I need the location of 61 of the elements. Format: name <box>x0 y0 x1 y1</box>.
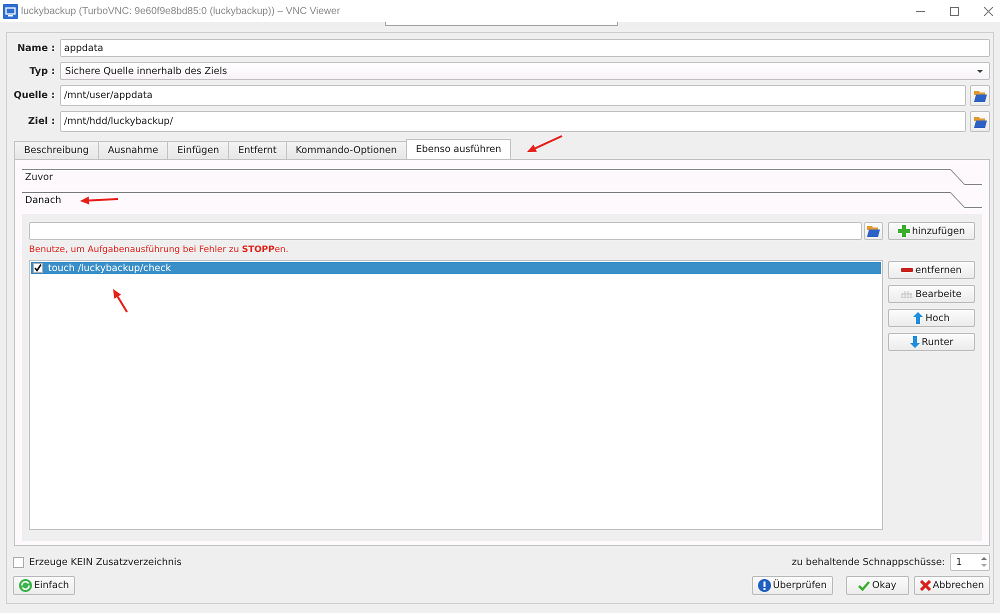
folder-icon <box>867 225 880 237</box>
path-field[interactable]: /mnt/user/appdata <box>60 85 966 106</box>
browse-button[interactable] <box>864 222 883 240</box>
tab[interactable]: Beschreibung <box>14 141 99 159</box>
field-label: Name : <box>16 42 55 54</box>
dialog-button[interactable]: Überprüfen <box>752 576 833 595</box>
folder-icon <box>974 116 986 128</box>
minus-icon <box>901 268 914 272</box>
hint-text: Benutze, um Aufgabenausführung bei Fehler zu STOPPen. <box>29 245 288 255</box>
browse-button[interactable] <box>970 111 990 132</box>
add-button[interactable]: hinzufügen <box>888 222 975 240</box>
dialog-button[interactable]: Okay <box>846 576 909 595</box>
dialog-button[interactable]: Abbrechen <box>914 576 990 595</box>
command-list[interactable]: touch /luckybackup/check <box>29 260 883 530</box>
field-label: Typ : <box>28 66 55 76</box>
folder-icon <box>974 90 986 102</box>
tab[interactable]: Ausnahme <box>98 141 168 159</box>
tab[interactable]: Einfügen <box>167 141 230 159</box>
annotation-arrow <box>113 289 128 312</box>
exclamation-icon <box>758 579 771 592</box>
arrow-up-icon <box>913 312 924 324</box>
close-icon[interactable] <box>984 6 993 16</box>
command-button[interactable]: Bearbeite <box>888 285 975 303</box>
tab[interactable]: Ebenso ausführen <box>406 139 512 159</box>
tab[interactable]: Entfernt <box>228 141 287 159</box>
arrow-down-icon <box>910 336 920 348</box>
plus-icon <box>898 225 910 237</box>
field-label: Quelle : <box>13 90 55 101</box>
refresh-icon <box>19 579 32 592</box>
command-button[interactable]: Hoch <box>888 309 975 327</box>
command-button[interactable]: Runter <box>888 333 975 351</box>
browse-button[interactable] <box>970 85 990 106</box>
command-button[interactable]: entfernen <box>888 261 975 279</box>
minimize-icon[interactable] <box>916 10 925 12</box>
command-text: touch /luckybackup/check <box>48 262 172 274</box>
app-logo-icon <box>3 4 18 18</box>
maximize-icon[interactable] <box>950 6 959 16</box>
section-header[interactable]: Zuvor <box>22 169 982 185</box>
spin-arrows-icon[interactable] <box>981 556 987 568</box>
annotation-arrow <box>527 136 563 153</box>
spin-box[interactable]: 1 <box>950 553 990 571</box>
spin-label: zu behaltende Schnappschüsse: <box>792 556 945 568</box>
path-field[interactable]: /mnt/hdd/luckybackup/ <box>60 111 966 132</box>
collapsed-toolbar[interactable] <box>385 22 618 26</box>
check-icon <box>858 580 870 590</box>
checkbox[interactable] <box>13 556 24 568</box>
mode-button[interactable]: Einfach <box>13 576 76 595</box>
annotation-arrow <box>80 196 118 205</box>
grid-icon <box>901 290 914 298</box>
cross-icon <box>920 580 931 591</box>
checkbox[interactable] <box>33 263 43 273</box>
type-dropdown[interactable]: Sichere Quelle innerhalb des Ziels <box>60 62 990 80</box>
checkbox-label: Erzeuge KEIN Zusatzverzeichnis <box>29 556 182 568</box>
text-field[interactable]: appdata <box>60 39 990 57</box>
caret-icon <box>977 70 983 72</box>
command-field[interactable] <box>29 222 862 240</box>
tab[interactable]: Kommando-Optionen <box>286 141 407 159</box>
list-item[interactable]: touch /luckybackup/check <box>31 262 881 274</box>
field-label: Ziel : <box>27 116 55 127</box>
window-title: luckybackup (TurboVNC: 9e60f9e8bd85:0 (luckybackup)) – VNC Viewer <box>21 6 342 16</box>
section-header[interactable]: Danach <box>22 192 982 208</box>
